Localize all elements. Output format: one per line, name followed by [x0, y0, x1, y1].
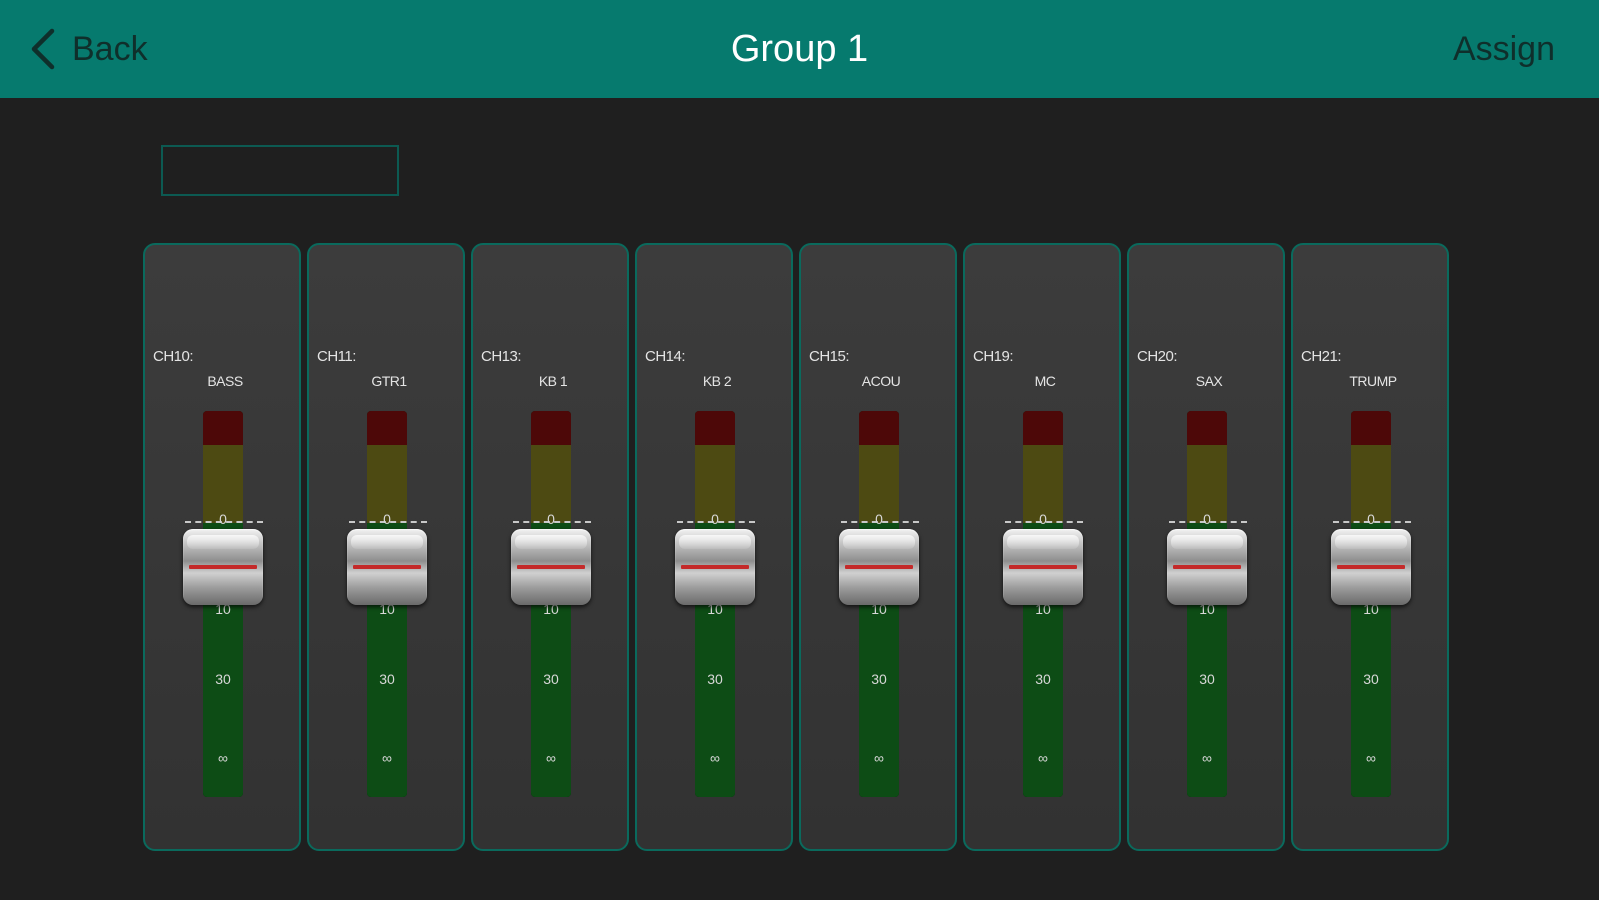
knob-indicator [1173, 565, 1241, 569]
knob-highlight [515, 535, 587, 549]
scale-30: 30 [215, 671, 231, 687]
fader-knob[interactable] [183, 529, 263, 605]
main-content: CH10: BASS 0 10 30 ∞ CH11: GTR1 0 10 30 … [0, 98, 1599, 900]
scale-30: 30 [543, 671, 559, 687]
fader-knob[interactable] [347, 529, 427, 605]
scale-30: 30 [707, 671, 723, 687]
channel-strip: CH13: KB 1 0 10 30 ∞ [471, 243, 629, 851]
channel-strip: CH11: GTR1 0 10 30 ∞ [307, 243, 465, 851]
fader-knob[interactable] [839, 529, 919, 605]
channel-id: CH20: [1137, 348, 1178, 365]
channel-strip: CH20: SAX 0 10 30 ∞ [1127, 243, 1285, 851]
channel-name: KB 1 [538, 373, 568, 389]
channel-name: MC [1034, 373, 1056, 389]
scale-inf: ∞ [1038, 750, 1048, 766]
channel-id: CH21: [1301, 348, 1342, 365]
channel-name: ACOU [861, 373, 901, 389]
meter-red-zone [859, 411, 899, 445]
meter-red-zone [1187, 411, 1227, 445]
page-title: Group 1 [730, 28, 869, 70]
scale-inf: ∞ [1366, 750, 1376, 766]
knob-highlight [187, 535, 259, 549]
channel-id: CH15: [809, 348, 850, 365]
channel-id: CH10: [153, 348, 194, 365]
fader-knob[interactable] [1167, 529, 1247, 605]
scale-0: 0 [711, 511, 719, 527]
meter-red-zone [695, 411, 735, 445]
fader-knob[interactable] [511, 529, 591, 605]
knob-highlight [843, 535, 915, 549]
scale-30: 30 [871, 671, 887, 687]
scale-0: 0 [1367, 511, 1375, 527]
channel-name: BASS [207, 373, 243, 389]
scale-inf: ∞ [218, 750, 228, 766]
channel-id: CH19: [973, 348, 1014, 365]
knob-indicator [189, 565, 257, 569]
fader-knob[interactable] [1331, 529, 1411, 605]
knob-indicator [681, 565, 749, 569]
fader-knob[interactable] [675, 529, 755, 605]
scale-0: 0 [1203, 511, 1211, 527]
knob-highlight [1007, 535, 1079, 549]
header-bar: Back Group 1 Assign [0, 0, 1599, 98]
knob-indicator [353, 565, 421, 569]
knob-indicator [845, 565, 913, 569]
channel-strip: CH10: BASS 0 10 30 ∞ [143, 243, 301, 851]
knob-indicator [1337, 565, 1405, 569]
channel-strip: CH21: TRUMP 0 10 30 ∞ [1291, 243, 1449, 851]
scale-inf: ∞ [874, 750, 884, 766]
scale-inf: ∞ [1202, 750, 1212, 766]
scale-0: 0 [383, 511, 391, 527]
scale-30: 30 [1199, 671, 1215, 687]
scale-inf: ∞ [546, 750, 556, 766]
scale-30: 30 [379, 671, 395, 687]
group-name-input[interactable] [173, 147, 444, 194]
scale-inf: ∞ [710, 750, 720, 766]
channel-name: SAX [1195, 373, 1223, 389]
channel-name: GTR1 [371, 373, 407, 389]
group-name-field[interactable] [161, 145, 444, 196]
assign-button[interactable]: Assign [1453, 24, 1555, 74]
meter-red-zone [203, 411, 243, 445]
channel-id: CH14: [645, 348, 686, 365]
scale-0: 0 [1039, 511, 1047, 527]
meter-red-zone [1351, 411, 1391, 445]
scale-0: 0 [219, 511, 227, 527]
channel-id: CH13: [481, 348, 522, 365]
knob-highlight [1171, 535, 1243, 549]
channel-name: TRUMP [1349, 373, 1397, 389]
app: Back Group 1 Assign CH10: BASS 0 10 30 ∞… [0, 0, 1599, 900]
scale-0: 0 [547, 511, 555, 527]
knob-highlight [1335, 535, 1407, 549]
meter-red-zone [531, 411, 571, 445]
channel-strips: CH10: BASS 0 10 30 ∞ CH11: GTR1 0 10 30 … [143, 243, 1453, 851]
channel-strip: CH15: ACOU 0 10 30 ∞ [799, 243, 957, 851]
channel-name: KB 2 [702, 373, 732, 389]
fader-knob[interactable] [1003, 529, 1083, 605]
scale-inf: ∞ [382, 750, 392, 766]
meter-red-zone [367, 411, 407, 445]
knob-highlight [351, 535, 423, 549]
scale-30: 30 [1035, 671, 1051, 687]
knob-indicator [1009, 565, 1077, 569]
knob-indicator [517, 565, 585, 569]
scale-0: 0 [875, 511, 883, 527]
channel-strip: CH19: MC 0 10 30 ∞ [963, 243, 1121, 851]
scale-30: 30 [1363, 671, 1379, 687]
knob-highlight [679, 535, 751, 549]
channel-id: CH11: [317, 348, 356, 365]
meter-red-zone [1023, 411, 1063, 445]
channel-strip: CH14: KB 2 0 10 30 ∞ [635, 243, 793, 851]
